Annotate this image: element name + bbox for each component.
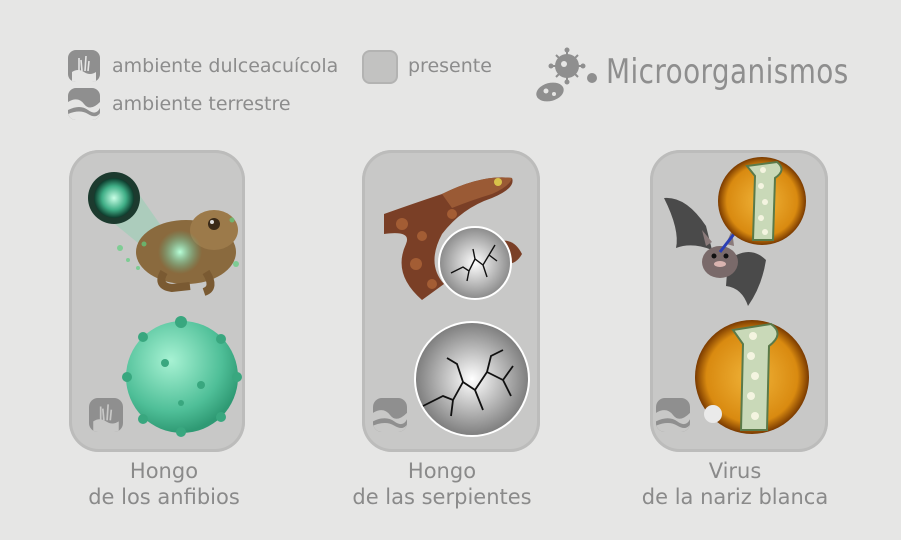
present-swatch xyxy=(362,50,398,84)
caption-line1: Hongo xyxy=(129,459,199,483)
page-title: Microorganismos xyxy=(606,52,849,92)
caption-line2: de las serpientes xyxy=(352,485,532,509)
virus-microscope-bottom xyxy=(693,318,811,436)
virus-microscope-top xyxy=(717,156,807,246)
fungus-microscope-large xyxy=(413,320,531,438)
caption-line1: Virus xyxy=(708,459,762,483)
caption-line1: Hongo xyxy=(407,459,477,483)
fungus-microscope-small xyxy=(437,225,513,301)
caption-snake-fungus: Hongo de las serpientes xyxy=(340,458,544,510)
terrestrial-environment-icon xyxy=(373,398,407,432)
legend-present-label: presente xyxy=(408,55,492,77)
freshwater-environment-icon xyxy=(68,50,100,82)
caption-line2: de los anfibios xyxy=(88,485,240,509)
legend-freshwater-label: ambiente dulceacuícola xyxy=(112,55,339,77)
frog-illustration xyxy=(86,168,246,308)
terrestrial-environment-icon xyxy=(68,88,100,120)
caption-amphibian-fungus: Hongo de los anfibios xyxy=(69,458,259,510)
microorganism-icon xyxy=(534,46,604,108)
caption-line2: de la nariz blanca xyxy=(641,485,829,509)
freshwater-environment-icon xyxy=(89,398,123,432)
terrestrial-environment-icon xyxy=(656,398,690,432)
fungus-spore-illustration xyxy=(121,315,243,437)
legend-terrestrial-label: ambiente terrestre xyxy=(112,93,291,115)
caption-white-nose: Virus de la nariz blanca xyxy=(630,458,840,510)
